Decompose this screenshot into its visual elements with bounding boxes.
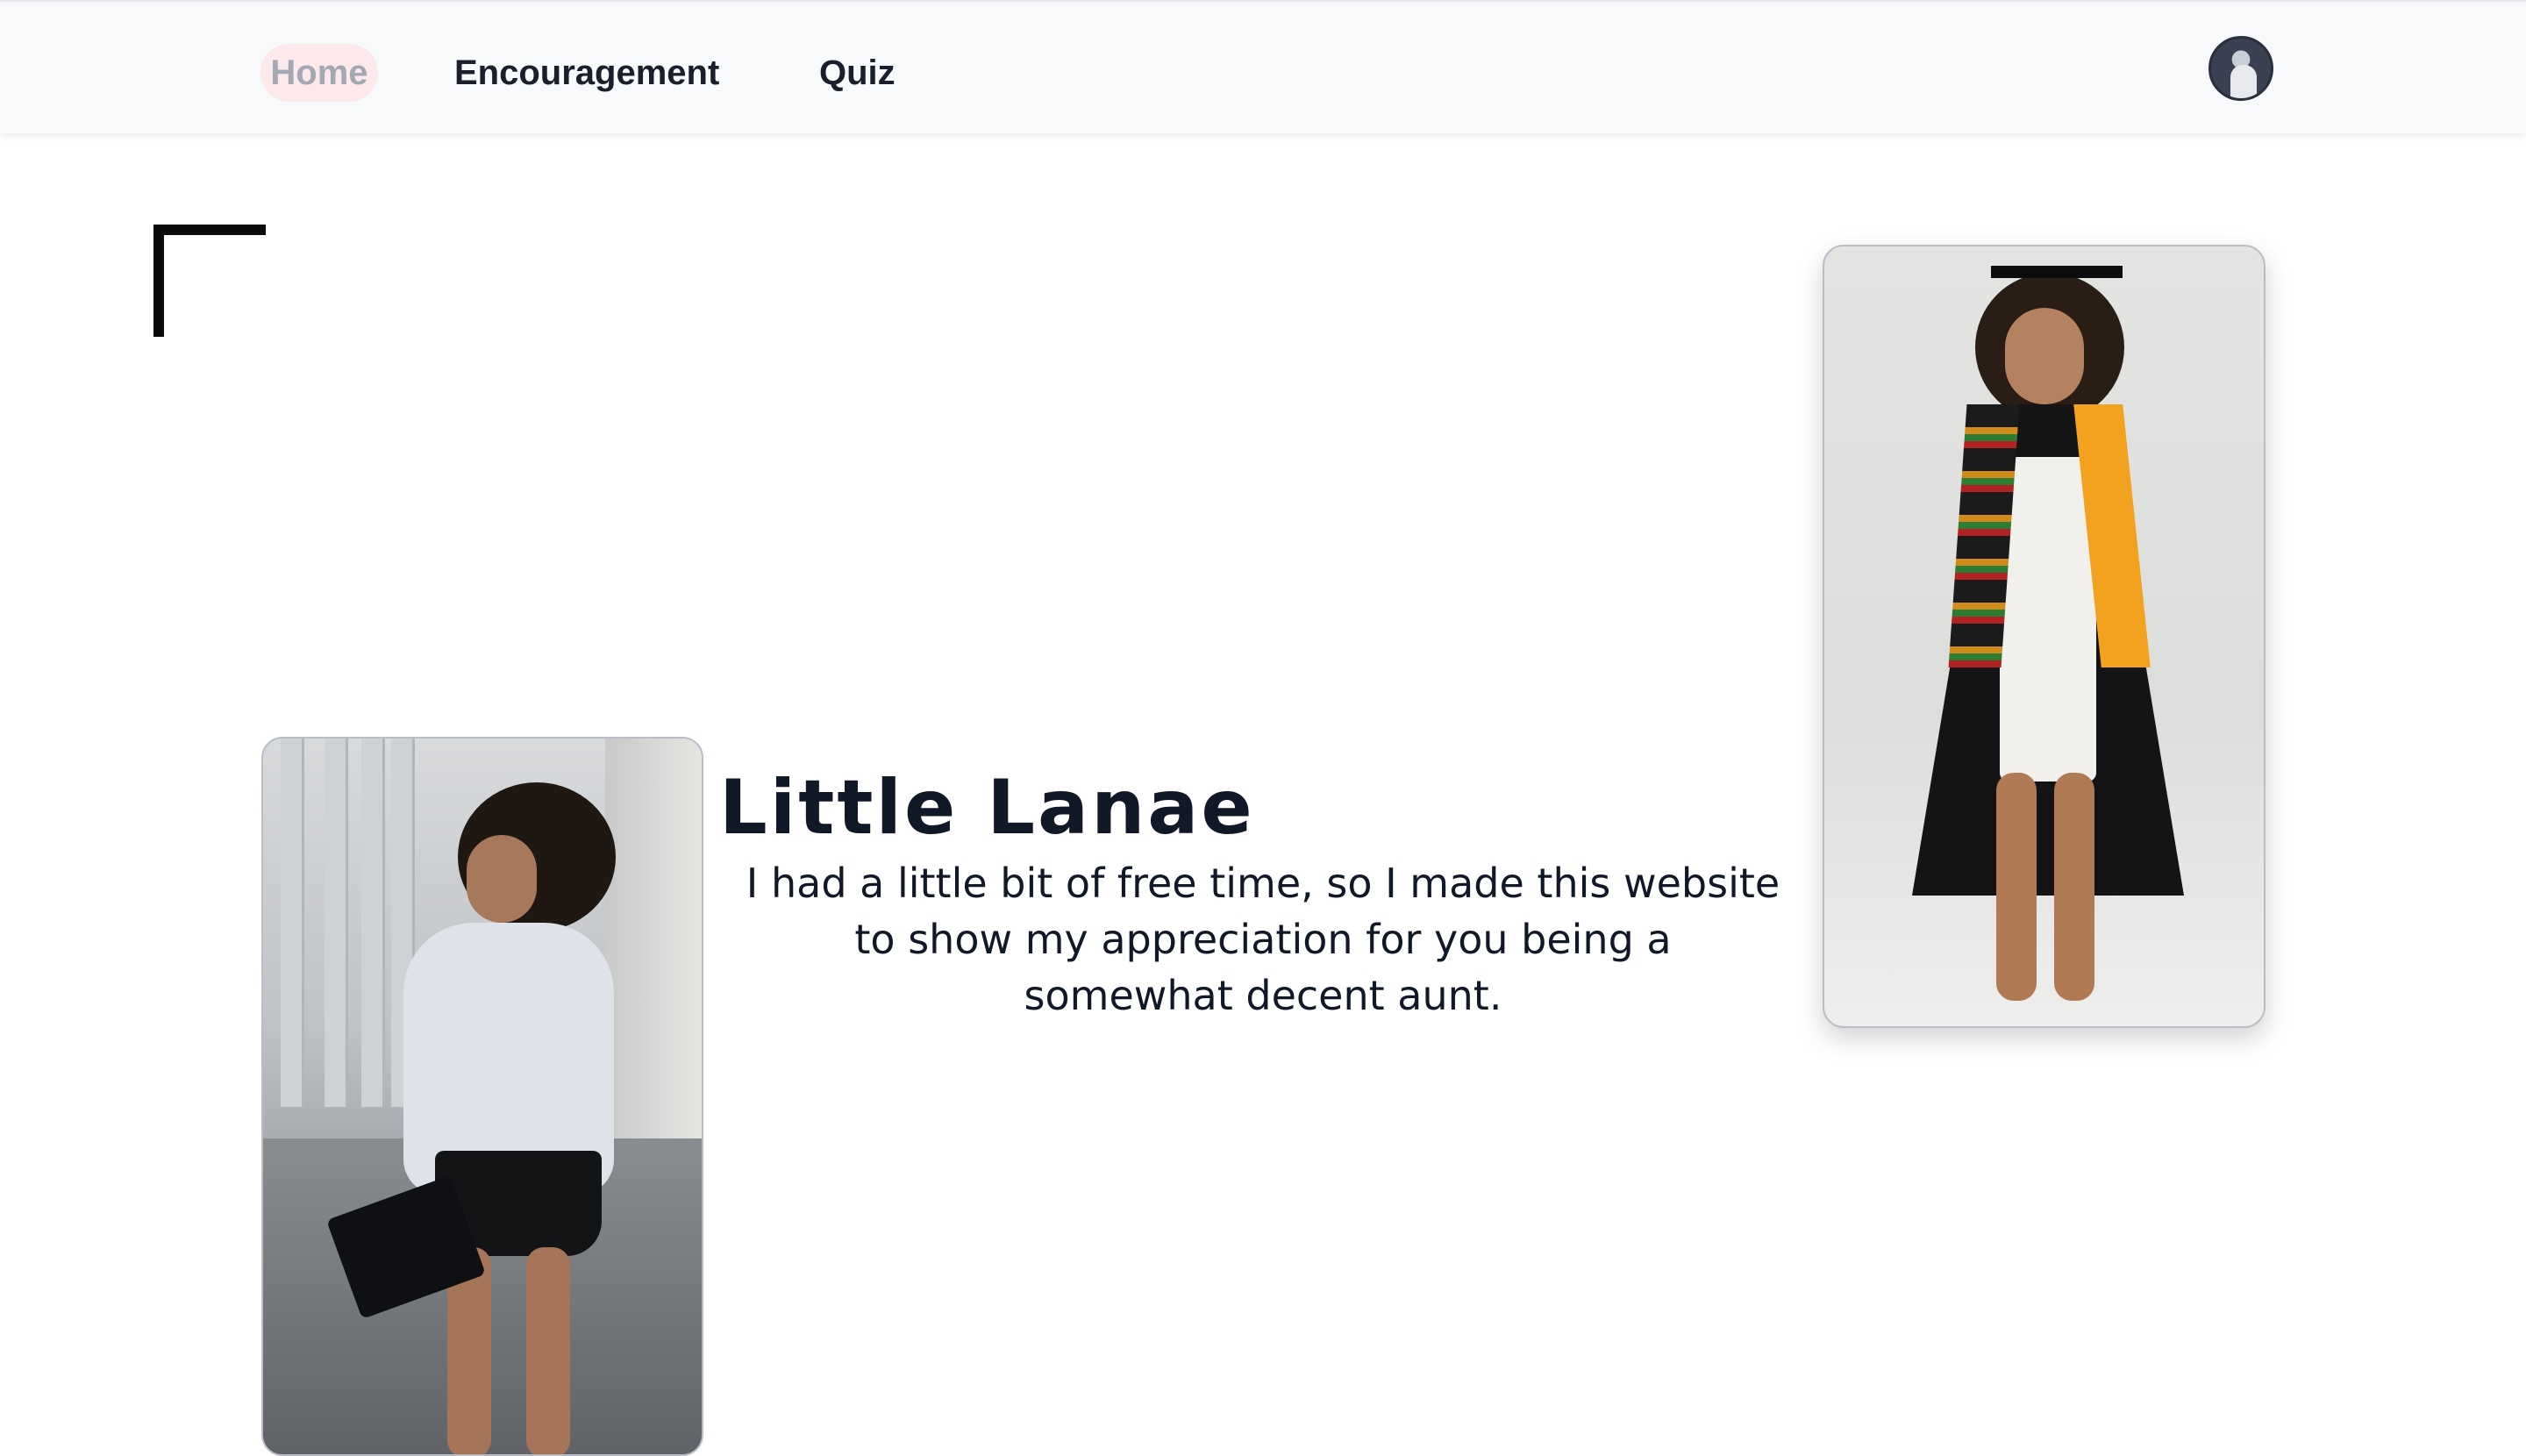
graduation-photo-walking [261, 737, 703, 1456]
appreciation-message: I had a little bit of free time, so I ma… [746, 860, 1780, 1019]
photo-subject-face [2005, 308, 2084, 404]
avatar-figure [2230, 65, 2257, 98]
graduation-photo-standing [1823, 245, 2266, 1028]
user-avatar[interactable] [2208, 36, 2273, 101]
photo-pillar [325, 739, 348, 1107]
photo-subject-leg [1996, 773, 2037, 1001]
photo-subject-dress [2000, 457, 2096, 782]
photo-subject-leg [2054, 773, 2094, 1001]
nav-encouragement-link[interactable]: Encouragement [454, 44, 719, 102]
photo-pillar [281, 739, 304, 1107]
photo-subject-leg [526, 1247, 570, 1454]
nav-home-link[interactable]: Home [260, 44, 378, 102]
photo-subject-face [467, 835, 537, 923]
photo-pillar [361, 739, 385, 1107]
graduation-cap-icon [1991, 266, 2123, 278]
nav-quiz-link[interactable]: Quiz [819, 44, 896, 102]
top-navbar: Home Encouragement Quiz [0, 0, 2526, 133]
page-title: Little Lanae [719, 764, 1255, 852]
corner-bracket-decoration [153, 225, 266, 337]
